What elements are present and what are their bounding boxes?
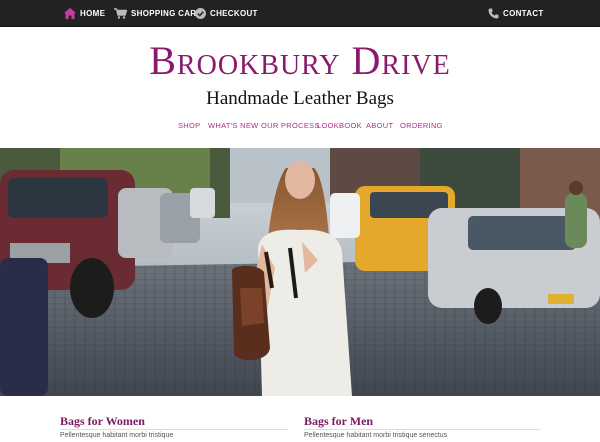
section-men-text: Pellentesque habitant morbi tristique se… xyxy=(304,432,448,439)
hero-street-scene xyxy=(0,148,600,396)
section-men-divider xyxy=(304,429,540,430)
top-nav-shopping-cart[interactable]: SHOPPING CART xyxy=(114,0,202,27)
nav-whats-new[interactable]: WHAT'S NEW xyxy=(208,121,259,130)
brand-tagline: Handmade Leather Bags xyxy=(206,88,394,109)
section-men-title[interactable]: Bags for Men xyxy=(304,414,373,429)
top-nav-contact-label: CONTACT xyxy=(503,9,544,18)
top-nav-checkout-label: CHECKOUT xyxy=(210,9,258,18)
section-women-title[interactable]: Bags for Women xyxy=(60,414,145,429)
home-icon xyxy=(64,8,76,19)
top-nav-cart-label: SHOPPING CART xyxy=(131,9,202,18)
top-bar: HOME SHOPPING CART CHECKOUT CONTACT xyxy=(0,0,600,27)
nav-our-process[interactable]: OUR PROCESS xyxy=(261,121,320,130)
top-nav-checkout[interactable]: CHECKOUT xyxy=(195,0,258,27)
nav-about[interactable]: ABOUT xyxy=(366,121,393,130)
main-nav: SHOP WHAT'S NEW OUR PROCESS LOOKBOOK ABO… xyxy=(0,121,600,135)
top-nav-home[interactable]: HOME xyxy=(64,0,105,27)
nav-lookbook[interactable]: LOOKBOOK xyxy=(317,121,362,130)
checkmark-icon xyxy=(195,8,206,19)
hero-image xyxy=(0,148,600,396)
top-nav-contact[interactable]: CONTACT xyxy=(488,0,544,27)
section-women-text: Pellentesque habitant morbi tristique xyxy=(60,432,174,439)
cart-icon xyxy=(114,8,127,19)
nav-ordering[interactable]: ORDERING xyxy=(400,121,443,130)
brand-logo[interactable]: Brookbury Drive xyxy=(0,38,600,84)
nav-shop[interactable]: SHOP xyxy=(178,121,200,130)
phone-icon xyxy=(488,8,499,19)
top-nav-home-label: HOME xyxy=(80,9,106,18)
section-women-divider xyxy=(60,429,288,430)
